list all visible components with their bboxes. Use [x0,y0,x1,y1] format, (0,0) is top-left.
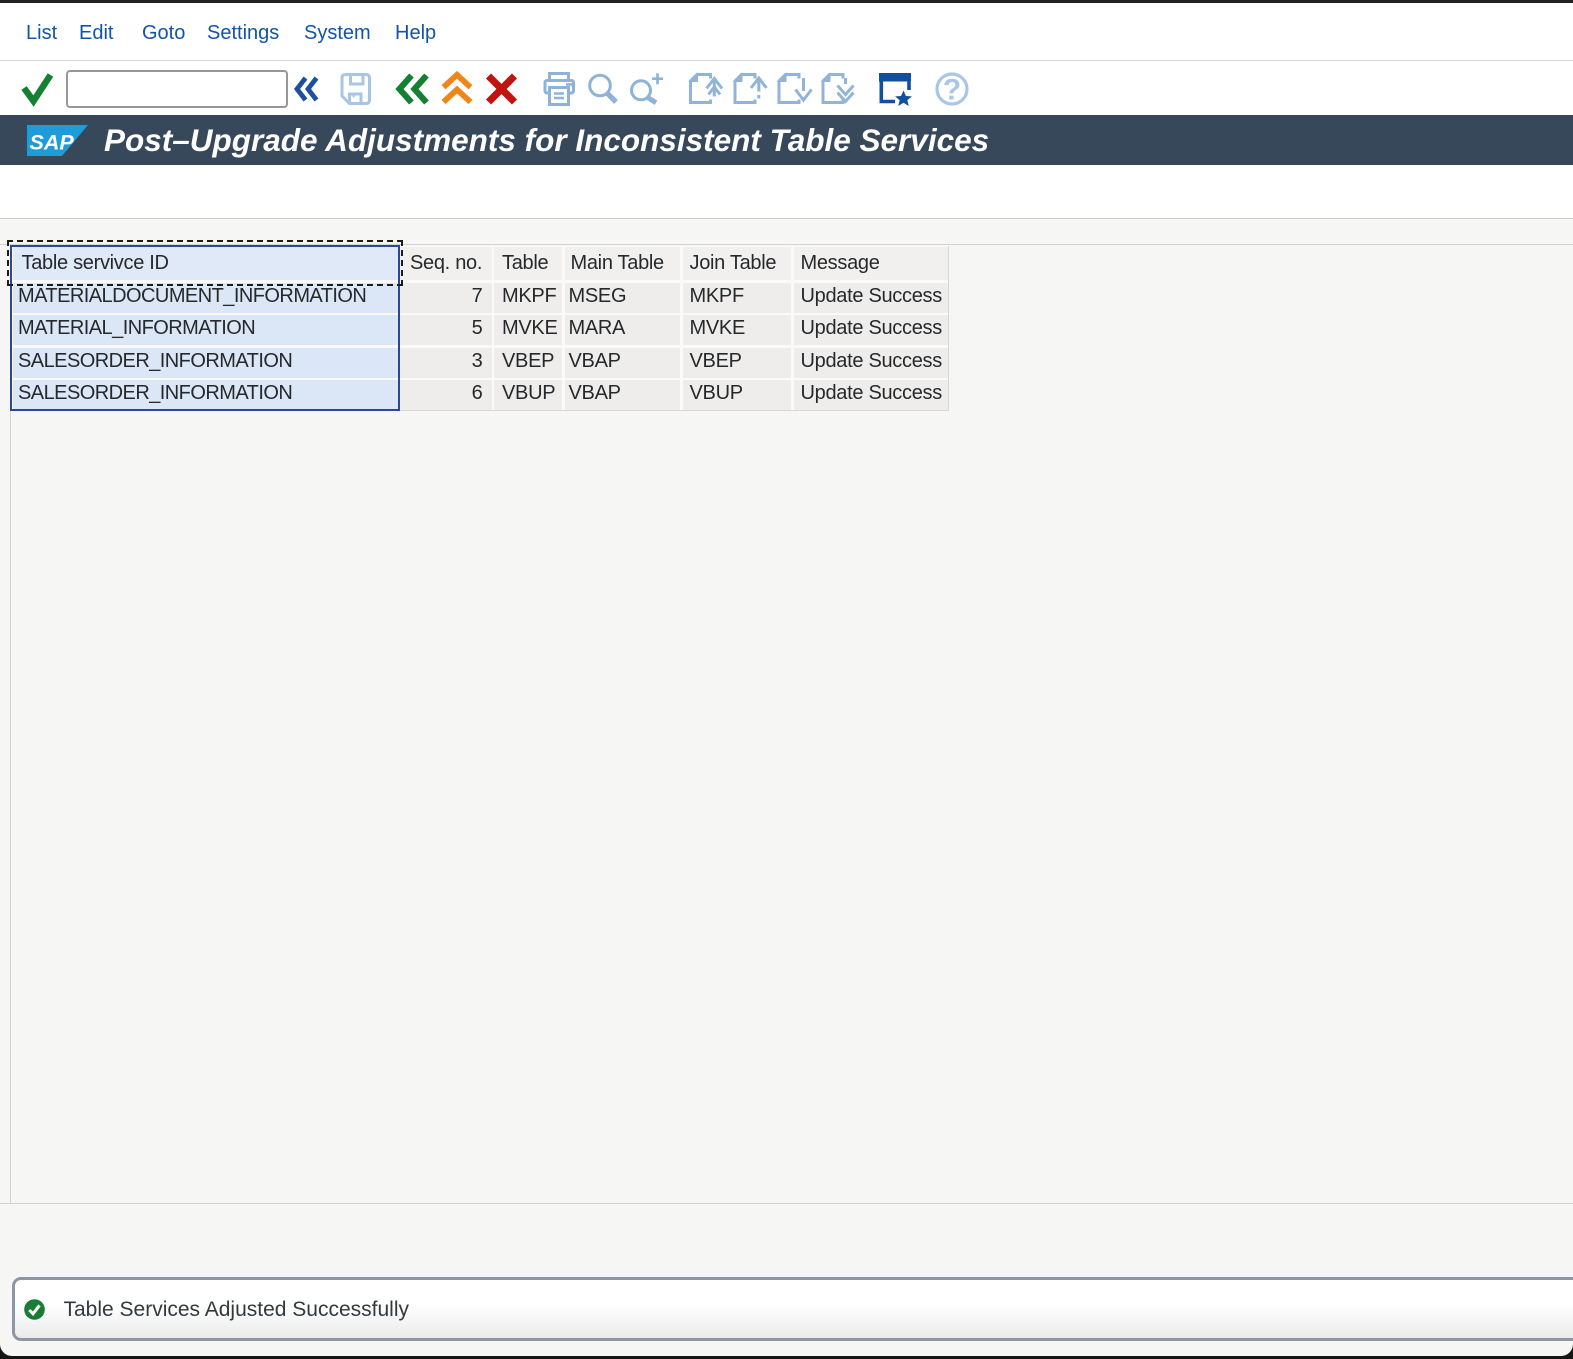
svg-text:SAP: SAP [30,131,75,155]
svg-text:?: ? [943,74,961,107]
